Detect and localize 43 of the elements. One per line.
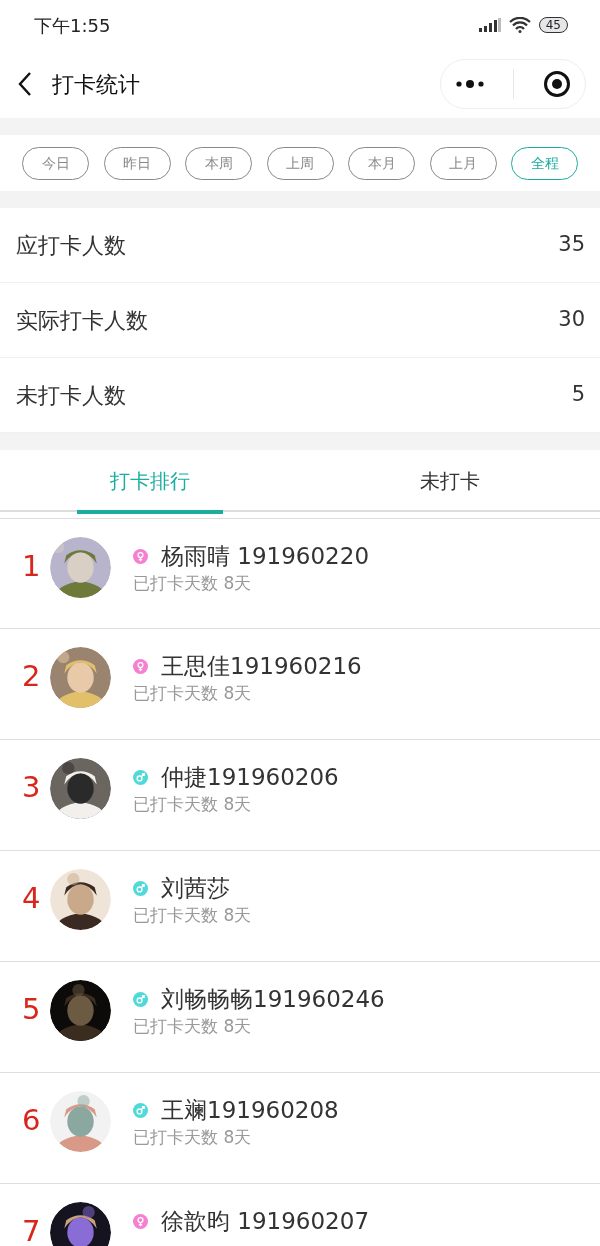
- status-time: 下午1:55: [34, 13, 111, 38]
- checkin-days: 已打卡天数 8天: [133, 681, 362, 705]
- battery-level: 45: [538, 17, 568, 33]
- student-name: 王思佳191960216: [161, 652, 362, 681]
- stat-label: 应打卡人数: [16, 231, 126, 260]
- student-name: 刘茜莎: [161, 874, 230, 903]
- student-name: 杨雨晴 191960220: [161, 542, 369, 571]
- checkin-days: 已打卡天数 8天: [133, 571, 369, 595]
- stat-label: 未打卡人数: [16, 381, 126, 410]
- stat-label: 实际打卡人数: [16, 306, 148, 335]
- close-icon[interactable]: [542, 70, 571, 98]
- rank-number: 1: [22, 549, 42, 583]
- filter-pill[interactable]: 昨日: [103, 146, 171, 180]
- student-name: 徐歆昀 191960207: [161, 1207, 369, 1236]
- rank-number: 3: [22, 770, 42, 804]
- student-name: 仲捷191960206: [161, 763, 339, 792]
- signal-icon: [478, 18, 501, 32]
- stat-value: 30: [558, 306, 585, 334]
- stat-value: 35: [558, 231, 585, 259]
- rank-number: 7: [22, 1214, 42, 1246]
- tab[interactable]: 打卡排行: [0, 450, 300, 512]
- rank-number: 5: [22, 992, 42, 1026]
- back-icon[interactable]: [18, 71, 32, 97]
- stat-value: 5: [571, 381, 585, 409]
- filter-pill[interactable]: 本月: [348, 146, 415, 180]
- filter-pill[interactable]: 今日: [22, 146, 89, 180]
- student-name: 刘畅畅畅191960246: [161, 985, 385, 1014]
- more-icon[interactable]: [455, 79, 486, 89]
- filter-pill[interactable]: 本周: [185, 146, 252, 180]
- rank-number: 2: [22, 659, 42, 693]
- checkin-days: 已打卡天数 8天: [133, 903, 252, 927]
- checkin-days: 已打卡天数 8天: [133, 792, 339, 816]
- tab[interactable]: 未打卡: [300, 450, 600, 512]
- filter-pill[interactable]: 全程: [511, 146, 578, 180]
- filter-pill[interactable]: 上月: [429, 146, 497, 180]
- wifi-icon: [508, 17, 531, 33]
- checkin-days: 已打卡天数 8天: [133, 1125, 339, 1149]
- student-name: 王斓191960208: [161, 1096, 339, 1125]
- filter-pill[interactable]: 上周: [266, 146, 334, 180]
- checkin-days: 已打卡天数 8天: [133, 1014, 385, 1038]
- rank-number: 4: [22, 881, 42, 915]
- page-title: 打卡统计: [52, 70, 140, 99]
- rank-number: 6: [22, 1103, 42, 1137]
